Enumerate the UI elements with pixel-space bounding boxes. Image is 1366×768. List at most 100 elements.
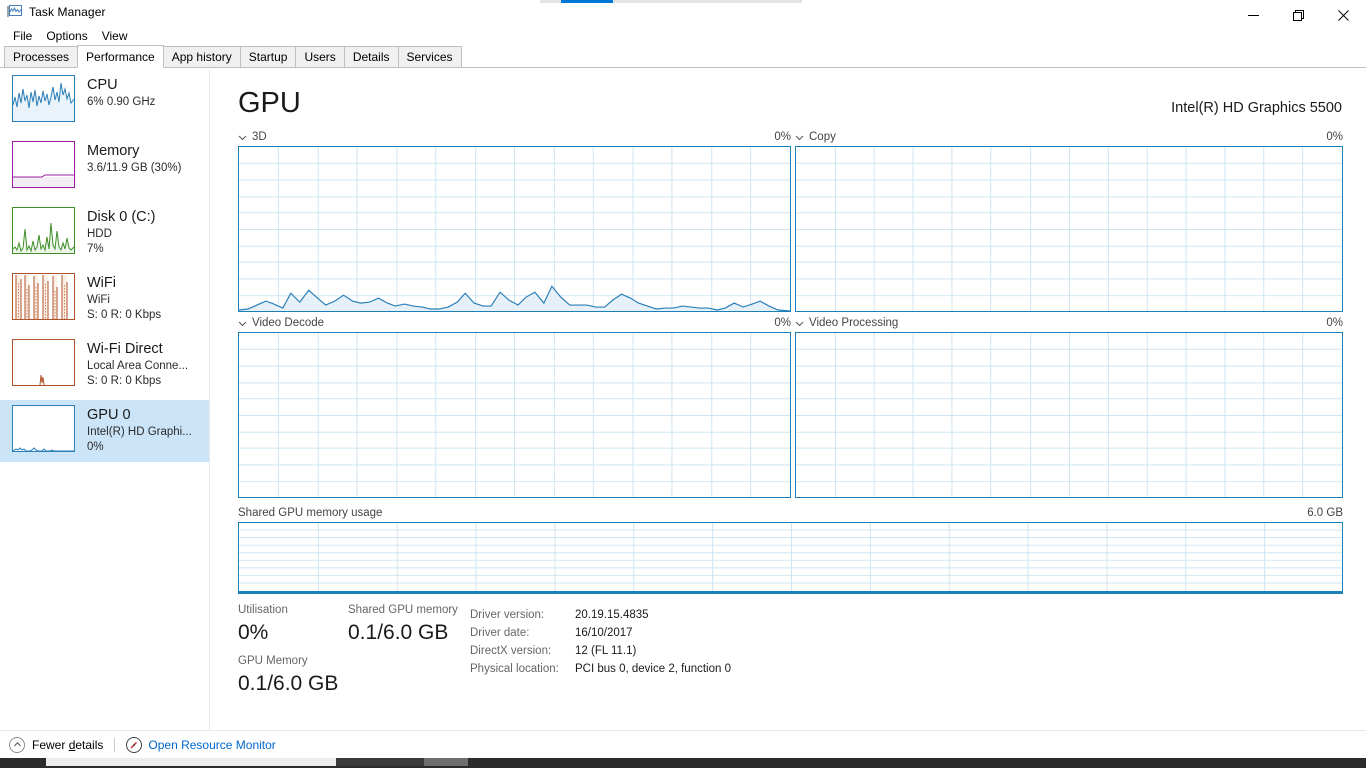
- sidebar-item-sub2: S: 0 R: 0 Kbps: [87, 375, 162, 387]
- gpu-thumbnail-graph: [12, 405, 75, 452]
- info-row: Driver date: 16/10/2017: [470, 624, 731, 642]
- stat-gpu-memory: GPU Memory 0.1/6.0 GB: [238, 654, 338, 699]
- gpu-performance-panel: GPU Intel(R) HD Graphics 5500 3D 0% Copy…: [210, 70, 1366, 730]
- menu-file[interactable]: File: [6, 27, 39, 45]
- sidebar-item-sub2: 7%: [87, 243, 104, 255]
- graph-title: Copy: [809, 131, 836, 143]
- sidebar-item-disk0[interactable]: Disk 0 (C:) HDD 7%: [0, 202, 209, 264]
- tab-services[interactable]: Services: [397, 46, 462, 68]
- stat-shared-gpu-memory: Shared GPU memory 0.1/6.0 GB: [348, 603, 458, 648]
- graph-label-3d: 3D 0%: [238, 130, 791, 144]
- menu-options[interactable]: Options: [39, 27, 94, 45]
- graph-label-video-decode: Video Decode 0%: [238, 316, 791, 330]
- sidebar-item-wifi-direct[interactable]: Wi-Fi Direct Local Area Conne... S: 0 R:…: [0, 334, 209, 396]
- graph-video-processing: [795, 332, 1343, 498]
- sidebar-item-sub1: Local Area Conne...: [87, 360, 189, 372]
- graph-percent: 0%: [1326, 131, 1343, 143]
- menu-bar: File Options View: [0, 26, 1366, 46]
- sidebar-item-sub2: 0%: [87, 441, 104, 453]
- stat-value: 0.1/6.0 GB: [348, 621, 449, 644]
- info-value: 12 (FL 11.1): [575, 645, 637, 657]
- chevron-down-icon[interactable]: [795, 319, 804, 328]
- memory-graph-max: 6.0 GB: [1307, 507, 1343, 519]
- info-row: Physical location: PCI bus 0, device 2, …: [470, 660, 731, 678]
- stat-label: GPU Memory: [238, 655, 308, 667]
- disk-thumbnail-graph: [12, 207, 75, 254]
- stat-utilisation: Utilisation 0%: [238, 603, 288, 648]
- sidebar-item-sub1: WiFi: [87, 294, 110, 306]
- tab-performance[interactable]: Performance: [77, 45, 164, 68]
- sidebar-item-title: WiFi: [87, 275, 116, 291]
- graph-percent: 0%: [774, 317, 791, 329]
- info-value: PCI bus 0, device 2, function 0: [575, 663, 731, 675]
- menu-view[interactable]: View: [95, 27, 135, 45]
- page-title: GPU: [238, 87, 301, 119]
- graph-video-decode: [238, 332, 791, 498]
- taskbar-segment: [46, 758, 336, 766]
- fewer-details-label: Fewer details: [32, 737, 104, 752]
- title-bar: Task Manager: [0, 0, 1366, 24]
- chevron-up-icon: [9, 736, 25, 753]
- graph-copy: [795, 146, 1343, 312]
- window-title: Task Manager: [29, 5, 106, 19]
- chevron-down-icon[interactable]: [795, 133, 804, 142]
- open-resource-monitor-button[interactable]: Open Resource Monitor: [126, 736, 276, 753]
- graph-label-video-processing: Video Processing 0%: [795, 316, 1343, 330]
- chevron-down-icon[interactable]: [238, 133, 247, 142]
- graph-3d: [238, 146, 791, 312]
- tab-details[interactable]: Details: [343, 46, 399, 68]
- sidebar-item-title: GPU 0: [87, 407, 131, 423]
- sidebar-item-gpu0[interactable]: GPU 0 Intel(R) HD Graphi... 0%: [0, 400, 209, 462]
- stat-label: Shared GPU memory: [348, 604, 458, 616]
- tab-app-history[interactable]: App history: [162, 46, 241, 68]
- graph-title: Video Decode: [252, 317, 325, 329]
- info-key: DirectX version:: [470, 645, 552, 657]
- graph-label-shared-memory: Shared GPU memory usage 6.0 GB: [238, 506, 1343, 520]
- status-bar: Fewer details Open Resource Monitor: [0, 730, 1366, 758]
- tab-bar: Processes Performance App history Startu…: [0, 45, 1366, 68]
- fewer-details-button[interactable]: Fewer details: [9, 736, 104, 753]
- graph-title: Video Processing: [809, 317, 899, 329]
- graph-shared-gpu-memory: [238, 522, 1343, 594]
- gpu-model-name: Intel(R) HD Graphics 5500: [1171, 100, 1342, 116]
- tab-startup[interactable]: Startup: [239, 46, 297, 68]
- info-row: Driver version: 20.19.15.4835: [470, 606, 731, 624]
- graph-percent: 0%: [774, 131, 791, 143]
- gpu-info-table: Driver version: 20.19.15.4835 Driver dat…: [470, 606, 731, 678]
- performance-sidebar: CPU 6% 0.90 GHz Memory 3.6/11.9 GB (30%): [0, 70, 210, 730]
- graph-label-copy: Copy 0%: [795, 130, 1343, 144]
- info-key: Driver version:: [470, 609, 545, 621]
- sidebar-item-memory[interactable]: Memory 3.6/11.9 GB (30%): [0, 136, 209, 198]
- sidebar-item-sub1: Intel(R) HD Graphi...: [87, 426, 192, 438]
- sidebar-item-sub2: S: 0 R: 0 Kbps: [87, 309, 162, 321]
- info-value: 16/10/2017: [575, 627, 633, 639]
- info-row: DirectX version: 12 (FL 11.1): [470, 642, 731, 660]
- stat-value: 0%: [238, 621, 269, 644]
- chevron-down-icon[interactable]: [238, 319, 247, 328]
- sidebar-item-cpu[interactable]: CPU 6% 0.90 GHz: [0, 70, 209, 132]
- sidebar-item-sub1: 3.6/11.9 GB (30%): [87, 162, 182, 174]
- sidebar-item-title: Wi-Fi Direct: [87, 341, 163, 357]
- sidebar-item-sub1: HDD: [87, 228, 112, 240]
- sidebar-item-title: Memory: [87, 143, 140, 159]
- memory-thumbnail-graph: [12, 141, 75, 188]
- wifi-thumbnail-graph: [12, 273, 75, 320]
- status-separator: [114, 737, 116, 752]
- taskbar-segment: [424, 758, 468, 766]
- stat-label: Utilisation: [238, 604, 288, 616]
- tab-users[interactable]: Users: [295, 46, 345, 68]
- task-manager-icon: [6, 4, 22, 20]
- sidebar-item-title: Disk 0 (C:): [87, 209, 156, 225]
- os-taskbar: [0, 758, 1366, 768]
- graph-percent: 0%: [1326, 317, 1343, 329]
- info-key: Physical location:: [470, 663, 559, 675]
- sidebar-item-title: CPU: [87, 77, 118, 93]
- resource-monitor-label: Open Resource Monitor: [148, 737, 276, 752]
- tab-processes[interactable]: Processes: [4, 46, 79, 68]
- cpu-thumbnail-graph: [12, 75, 75, 122]
- sidebar-item-wifi[interactable]: WiFi WiFi S: 0 R: 0 Kbps: [0, 268, 209, 330]
- gpu-header: GPU Intel(R) HD Graphics 5500: [238, 86, 1342, 120]
- sidebar-item-sub1: 6% 0.90 GHz: [87, 96, 156, 108]
- wifi-direct-thumbnail-graph: [12, 339, 75, 386]
- resource-monitor-icon: [126, 736, 143, 753]
